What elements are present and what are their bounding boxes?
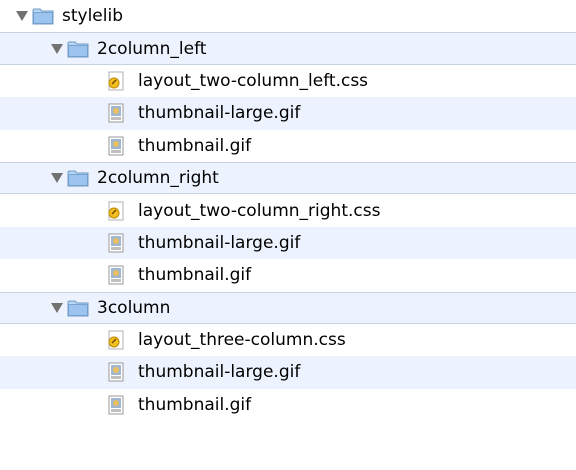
tree-row-file[interactable]: thumbnail.gif bbox=[0, 130, 576, 162]
tree-row-stylelib[interactable]: stylelib bbox=[0, 0, 576, 32]
folder-icon bbox=[32, 7, 54, 25]
tree-row-file[interactable]: thumbnail-large.gif bbox=[0, 97, 576, 130]
disclosure-triangle-expanded-icon[interactable] bbox=[16, 11, 28, 22]
tree-row-folder[interactable]: 3column bbox=[0, 291, 576, 324]
folder-label: 2column_right bbox=[97, 168, 219, 189]
file-label: thumbnail.gif bbox=[138, 135, 252, 156]
file-label: thumbnail.gif bbox=[138, 265, 252, 286]
tree-row-folder[interactable]: 2column_left bbox=[0, 32, 576, 65]
gif-file-icon bbox=[106, 102, 126, 124]
css-file-icon bbox=[106, 329, 126, 351]
tree-row-file[interactable]: thumbnail-large.gif bbox=[0, 226, 576, 260]
file-label: layout_two-column_left.css bbox=[138, 70, 369, 91]
tree-row-folder[interactable]: 2column_right bbox=[0, 161, 576, 195]
folder-icon bbox=[67, 169, 89, 187]
tree-row-file[interactable]: thumbnail.gif bbox=[0, 389, 576, 421]
disclosure-triangle-expanded-icon[interactable] bbox=[51, 302, 63, 313]
file-tree: stylelib 2column_left layout_two-column_… bbox=[0, 0, 576, 470]
gif-file-icon bbox=[106, 232, 126, 254]
folder-label: 3column bbox=[97, 297, 171, 318]
folder-label: 2column_left bbox=[97, 38, 207, 59]
file-label: layout_two-column_right.css bbox=[138, 200, 381, 221]
file-label: layout_three-column.css bbox=[138, 330, 346, 351]
tree-row-file[interactable]: thumbnail.gif bbox=[0, 259, 576, 291]
tree-row-file[interactable]: layout_two-column_right.css bbox=[0, 194, 576, 226]
gif-file-icon bbox=[106, 394, 126, 416]
css-file-icon bbox=[106, 200, 126, 222]
tree-row-file[interactable]: layout_three-column.css bbox=[0, 324, 576, 356]
disclosure-triangle-expanded-icon[interactable] bbox=[51, 173, 63, 184]
disclosure-triangle-expanded-icon[interactable] bbox=[51, 43, 63, 54]
file-label: thumbnail-large.gif bbox=[138, 232, 301, 253]
folder-icon bbox=[67, 299, 89, 317]
gif-file-icon bbox=[106, 264, 126, 286]
gif-file-icon bbox=[106, 135, 126, 157]
file-label: thumbnail-large.gif bbox=[138, 362, 301, 383]
tree-row-file[interactable]: layout_two-column_left.css bbox=[0, 65, 576, 97]
folder-icon bbox=[67, 40, 89, 58]
gif-file-icon bbox=[106, 361, 126, 383]
file-label: thumbnail-large.gif bbox=[138, 103, 301, 124]
css-file-icon bbox=[106, 70, 126, 92]
folder-label: stylelib bbox=[62, 6, 124, 27]
file-label: thumbnail.gif bbox=[138, 394, 252, 415]
tree-row-file[interactable]: thumbnail-large.gif bbox=[0, 356, 576, 389]
